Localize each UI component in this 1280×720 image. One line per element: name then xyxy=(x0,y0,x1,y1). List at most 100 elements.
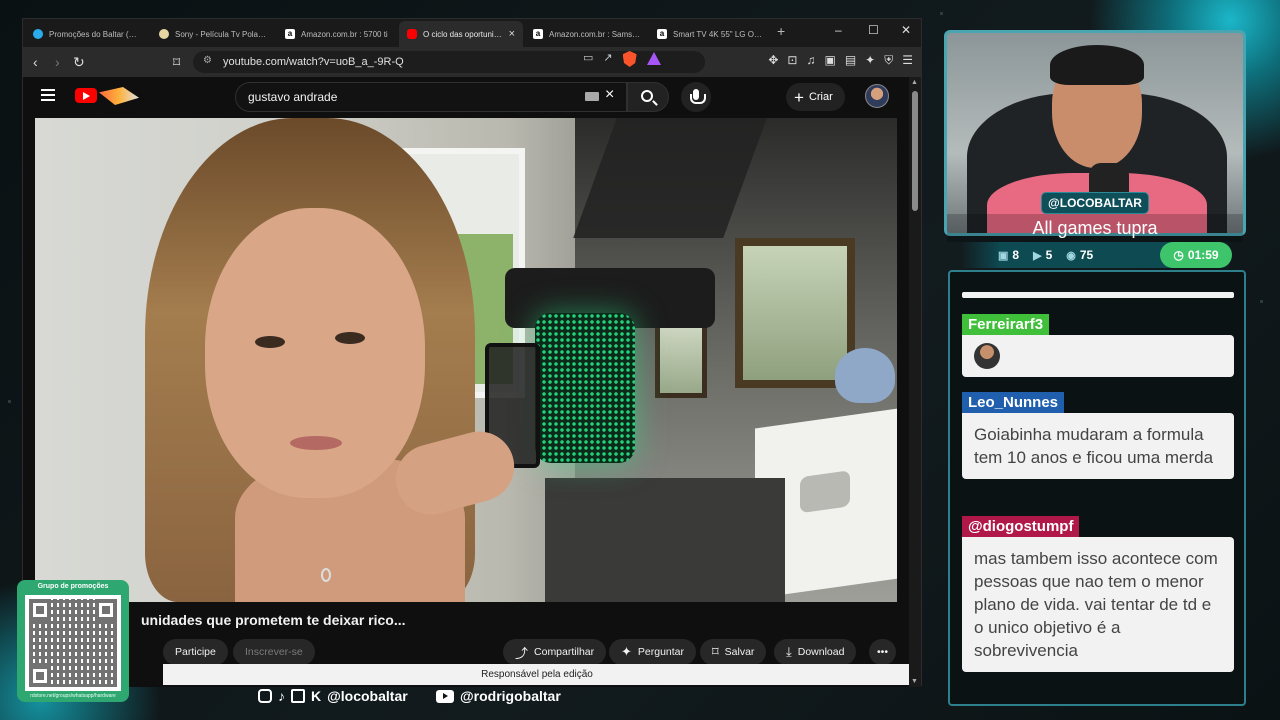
chat-count: ▣ 8 xyxy=(998,248,1019,262)
ask-button[interactable]: ✦ Perguntar xyxy=(609,639,697,665)
screenshot-icon[interactable]: ⊡ xyxy=(787,53,797,68)
media-icon[interactable]: ♫ xyxy=(806,53,815,68)
search-button[interactable] xyxy=(627,82,669,112)
subscribe-button[interactable]: Inscrever-se xyxy=(233,639,315,665)
viewers-icon: ◉ xyxy=(1066,249,1076,262)
webcam-hair xyxy=(1050,45,1144,85)
emote-icon xyxy=(974,343,1000,369)
qr-code xyxy=(25,595,121,691)
reload-button[interactable]: ↻ xyxy=(73,54,85,71)
brave-shields-icon[interactable] xyxy=(622,51,637,67)
scroll-up-icon[interactable]: ▲ xyxy=(911,79,918,86)
cast-icon[interactable]: ▭ xyxy=(583,51,593,67)
keyboard-icon[interactable] xyxy=(585,92,599,101)
tab-title: Amazon.com.br : Samsung xyxy=(549,29,641,39)
video-person-lips xyxy=(290,436,342,450)
product-icon xyxy=(159,29,169,39)
viewer-count: ◉ 75 xyxy=(1066,248,1093,262)
viewer-count-value: 75 xyxy=(1079,248,1094,262)
bg-speck xyxy=(1260,300,1263,303)
leo-ai-icon[interactable]: ✦ xyxy=(865,53,875,68)
subscribe-label: Inscrever-se xyxy=(245,646,303,658)
voice-search-button[interactable] xyxy=(681,82,711,112)
menu-icon[interactable]: ☰ xyxy=(902,53,913,68)
youtube-page: gustavo andrade × + Criar unidades que p… xyxy=(23,77,911,687)
tab-title: Smart TV 4K 55" LG OLED e xyxy=(673,29,765,39)
extensions-icon[interactable]: ✥ xyxy=(768,53,778,68)
browser-tab[interactable]: Promoções do Baltar (Grupo xyxy=(25,21,149,47)
back-button[interactable]: ‹ xyxy=(33,54,38,70)
url-actions: ▭ ↗ xyxy=(583,51,661,67)
browser-window: Promoções do Baltar (Grupo Sony - Pelícu… xyxy=(22,18,922,687)
bg-speck xyxy=(8,400,11,403)
video-scene-desk xyxy=(545,478,785,602)
whatsapp-qr-card: Grupo de promoções rdstore.net/groups/wh… xyxy=(17,580,129,702)
amazon-icon: a xyxy=(533,29,543,39)
download-button[interactable]: ⤓ Download xyxy=(774,639,857,665)
amazon-icon: a xyxy=(657,29,667,39)
bookmark-icon[interactable]: ⌑ xyxy=(173,54,180,71)
share-button[interactable]: ⤴ Compartilhar xyxy=(503,639,607,665)
social-handles-1: ♪ K @locobaltar xyxy=(258,688,408,704)
extensions-toolbar: ✥ ⊡ ♫ ▣ ▤ ✦ ⛨ ☰ xyxy=(768,53,913,68)
browser-tab[interactable]: a Amazon.com.br : 5700 ti xyxy=(277,21,401,47)
video-player[interactable] xyxy=(35,118,897,602)
minimize-button[interactable]: – xyxy=(835,23,842,37)
chat-count-value: 8 xyxy=(1012,248,1020,262)
create-button[interactable]: + Criar xyxy=(786,83,845,111)
youtube-doodle-logo[interactable] xyxy=(99,87,139,105)
amazon-icon: a xyxy=(285,29,295,39)
maximize-button[interactable]: ☐ xyxy=(868,23,879,37)
forward-button[interactable]: › xyxy=(55,54,60,70)
youtube-icon xyxy=(436,689,454,703)
video-title: unidades que prometem te deixar rico... xyxy=(141,612,406,628)
scrollbar-thumb[interactable] xyxy=(912,91,918,211)
share-label: Compartilhar xyxy=(534,646,595,658)
tab-title: O ciclo das oportunidades xyxy=(423,29,503,39)
sidebar-icon[interactable]: ▣ xyxy=(824,53,835,68)
chat-panel: Ferreirarf3 Leo_Nunnes Goiabinha mudaram… xyxy=(948,270,1246,706)
close-window-button[interactable]: ✕ xyxy=(901,23,911,37)
save-label: Salvar xyxy=(724,646,755,658)
address-toolbar: ‹ › ↻ ⌑ ⚙ youtube.com/watch?v=uoB_a_-9R-… xyxy=(23,47,921,77)
video-scene-plush xyxy=(835,348,895,403)
join-button[interactable]: Participe xyxy=(163,639,228,665)
clear-search-icon[interactable]: × xyxy=(605,86,614,104)
save-button[interactable]: ⌑ Salvar xyxy=(700,639,767,665)
video-person-face xyxy=(205,208,425,498)
ask-label: Perguntar xyxy=(637,646,685,658)
vpn-icon[interactable]: ⛨ xyxy=(884,53,893,68)
page-scrollbar[interactable]: ▲ ▼ xyxy=(909,77,921,687)
youtube-count: ▶ 5 xyxy=(1033,248,1052,262)
wallet-icon[interactable]: ▤ xyxy=(845,53,856,68)
scroll-down-icon[interactable]: ▼ xyxy=(911,678,918,685)
chat-username: @diogostumpf xyxy=(962,516,1080,537)
download-label: Download xyxy=(797,646,845,658)
browser-tab[interactable]: a Amazon.com.br : Samsung xyxy=(525,21,649,47)
chat-message-text: mas tambem isso acontece com pessoas que… xyxy=(974,549,1218,660)
share-icon[interactable]: ↗ xyxy=(603,51,612,67)
social-handles-2: @rodrigobaltar xyxy=(436,688,561,704)
sparkle-icon: ✦ xyxy=(621,644,632,659)
social-handle: @locobaltar xyxy=(327,688,408,704)
close-tab-icon[interactable]: × xyxy=(509,28,515,40)
more-icon: ••• xyxy=(877,646,889,658)
youtube-logo[interactable] xyxy=(75,88,97,103)
video-person-eye xyxy=(335,332,365,344)
youtube-count-value: 5 xyxy=(1045,248,1053,262)
creator-note-bar: Responsável pela edição xyxy=(163,664,911,685)
chat-previous-message-edge xyxy=(962,292,1234,298)
tab-strip: Promoções do Baltar (Grupo Sony - Pelícu… xyxy=(23,19,921,47)
search-input[interactable]: gustavo andrade xyxy=(235,82,627,112)
more-actions-button[interactable]: ••• xyxy=(869,639,897,665)
new-tab-button[interactable]: + xyxy=(777,23,785,39)
kick-icon: K xyxy=(311,688,322,704)
browser-tab[interactable]: a Smart TV 4K 55" LG OLED e xyxy=(649,21,773,47)
hamburger-menu-icon[interactable] xyxy=(41,89,55,101)
browser-tab[interactable]: Sony - Película Tv Polarizada xyxy=(151,21,275,47)
account-avatar[interactable] xyxy=(865,84,889,108)
brave-rewards-icon[interactable] xyxy=(646,52,661,65)
search-icon xyxy=(641,90,653,102)
browser-tab-active[interactable]: O ciclo das oportunidades × xyxy=(399,21,523,47)
site-settings-icon[interactable]: ⚙ xyxy=(203,55,212,66)
